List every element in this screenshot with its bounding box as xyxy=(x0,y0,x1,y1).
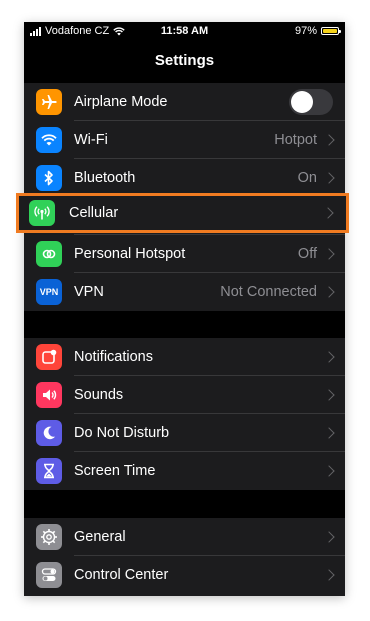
wifi-label: Wi-Fi xyxy=(74,132,108,148)
antenna-icon xyxy=(29,200,55,226)
row-do-not-disturb[interactable]: Do Not Disturb xyxy=(24,414,345,452)
airplane-mode-label: Airplane Mode xyxy=(74,94,168,110)
row-sounds[interactable]: Sounds xyxy=(24,376,345,414)
screen-time-label: Screen Time xyxy=(74,463,156,479)
row-general[interactable]: General xyxy=(24,518,345,556)
status-bar: Vodafone CZ 11:58 AM 97% xyxy=(24,22,345,42)
bluetooth-label: Bluetooth xyxy=(74,170,136,186)
personal-hotspot-value: Off xyxy=(297,246,317,262)
chevron-right-icon xyxy=(323,172,335,184)
chevron-right-icon xyxy=(323,134,335,146)
chevron-right-icon xyxy=(323,389,335,401)
bluetooth-icon xyxy=(36,165,62,191)
row-screen-time[interactable]: Screen Time xyxy=(24,452,345,490)
vpn-icon-text: VPN xyxy=(39,287,59,297)
row-personal-hotspot[interactable]: Personal Hotspot Off xyxy=(24,235,345,273)
chevron-right-icon xyxy=(323,286,335,298)
chevron-right-icon xyxy=(323,427,335,439)
airplane-icon xyxy=(36,89,62,115)
chevron-right-icon xyxy=(322,207,334,219)
row-notifications[interactable]: Notifications xyxy=(24,338,345,376)
bluetooth-value: On xyxy=(297,170,317,186)
phone-screen: Vodafone CZ 11:58 AM 97% Settings Airpla… xyxy=(24,22,345,596)
battery-icon xyxy=(321,27,341,35)
vpn-icon: VPN xyxy=(36,279,62,305)
moon-icon xyxy=(36,420,62,446)
chevron-right-icon xyxy=(323,351,335,363)
wifi-icon xyxy=(36,127,62,153)
toggles-icon xyxy=(36,562,62,588)
do-not-disturb-label: Do Not Disturb xyxy=(74,425,170,441)
battery-percent: 97% xyxy=(294,25,317,37)
chevron-right-icon xyxy=(323,569,335,581)
row-wifi[interactable]: Wi-Fi Hotpot xyxy=(24,121,345,159)
notifications-label: Notifications xyxy=(74,349,153,365)
settings-group-general: General Control Center xyxy=(24,518,345,596)
general-label: General xyxy=(74,529,126,545)
row-cellular[interactable]: Cellular xyxy=(16,193,349,233)
chevron-right-icon xyxy=(323,248,335,260)
vpn-value: Not Connected xyxy=(220,284,317,300)
row-vpn[interactable]: VPN VPN Not Connected xyxy=(24,273,345,311)
vpn-label: VPN xyxy=(74,284,104,300)
notifications-icon xyxy=(36,344,62,370)
speaker-icon xyxy=(36,382,62,408)
control-center-label: Control Center xyxy=(74,567,169,583)
hourglass-icon xyxy=(36,458,62,484)
page-title: Settings xyxy=(154,52,215,69)
personal-hotspot-label: Personal Hotspot xyxy=(74,246,186,262)
chevron-right-icon xyxy=(323,531,335,543)
cellular-label: Cellular xyxy=(69,205,119,221)
gear-icon xyxy=(36,524,62,550)
chevron-right-icon xyxy=(323,465,335,477)
row-bluetooth[interactable]: Bluetooth On xyxy=(24,159,345,197)
wifi-value: Hotpot xyxy=(274,132,317,148)
airplane-mode-toggle[interactable] xyxy=(289,89,333,115)
row-control-center[interactable]: Control Center xyxy=(24,556,345,594)
settings-group-notifications: Notifications Sounds Do Not Disturb Scre… xyxy=(24,338,345,490)
sounds-label: Sounds xyxy=(74,387,124,403)
row-airplane-mode[interactable]: Airplane Mode xyxy=(24,83,345,121)
hotspot-icon xyxy=(36,241,62,267)
